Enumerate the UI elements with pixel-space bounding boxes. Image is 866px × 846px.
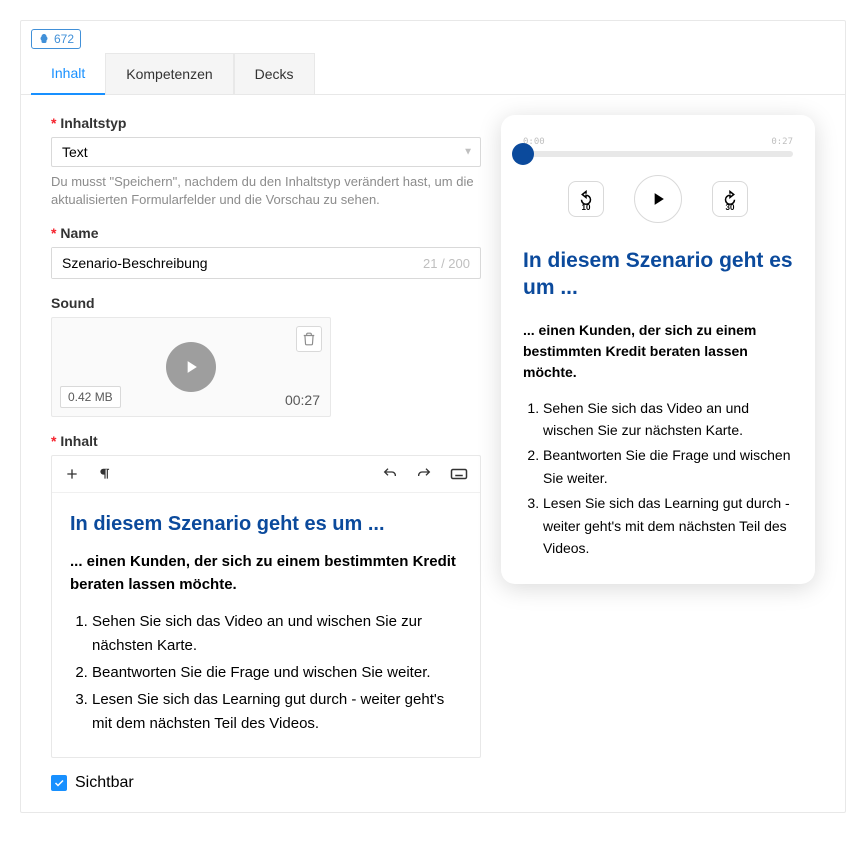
tabs: Inhalt Kompetenzen Decks — [21, 53, 845, 95]
badge-id: 672 — [54, 32, 74, 46]
player-controls: 10 30 — [523, 175, 793, 223]
visible-label: Sichtbar — [75, 774, 134, 792]
play-button[interactable] — [634, 175, 682, 223]
editor-container: 672 Inhalt Kompetenzen Decks Inhaltstyp … — [20, 20, 846, 813]
add-block-button[interactable] — [64, 466, 80, 482]
content-area: Inhaltstyp Text ▼ Du musst "Speichern", … — [21, 95, 845, 812]
sound-duration: 00:27 — [285, 392, 320, 408]
forward-button[interactable]: 30 — [712, 181, 748, 217]
plus-icon — [64, 466, 80, 482]
content-type-select[interactable]: Text — [51, 137, 481, 167]
tab-kompetenzen[interactable]: Kompetenzen — [105, 53, 233, 94]
paragraph-icon — [98, 467, 112, 481]
brain-badge: 672 — [31, 29, 81, 49]
sound-group: Sound 0.42 MB 00:27 — [51, 295, 481, 417]
content-lead: ... einen Kunden, der sich zu einem best… — [70, 551, 462, 596]
player-times: 0:00 0:27 — [523, 137, 793, 147]
list-item: Sehen Sie sich das Video an und wischen … — [92, 610, 462, 658]
list-item: Beantworten Sie die Frage und wischen Si… — [92, 661, 462, 685]
preview-list: Sehen Sie sich das Video an und wischen … — [523, 397, 793, 560]
trash-icon — [302, 332, 316, 346]
redo-button[interactable] — [416, 466, 432, 482]
sound-label: Sound — [51, 295, 481, 311]
check-icon — [53, 777, 65, 789]
rewind-button[interactable]: 10 — [568, 181, 604, 217]
visible-checkbox[interactable] — [51, 775, 67, 791]
name-input[interactable] — [52, 248, 423, 278]
tab-decks[interactable]: Decks — [234, 53, 315, 94]
paragraph-button[interactable] — [98, 466, 112, 482]
undo-icon — [382, 466, 398, 482]
list-item: Lesen Sie sich das Learning gut durch - … — [543, 492, 793, 559]
content-label: Inhalt — [51, 433, 481, 449]
preview-card: 0:00 0:27 10 3 — [501, 115, 815, 584]
delete-sound-button[interactable] — [296, 326, 322, 352]
play-sound-button[interactable] — [166, 342, 216, 392]
player-thumb[interactable] — [512, 143, 534, 165]
content-group: Inhalt — [51, 433, 481, 758]
form-column: Inhaltstyp Text ▼ Du musst "Speichern", … — [51, 115, 481, 792]
keyboard-button[interactable] — [450, 466, 468, 482]
content-type-label: Inhaltstyp — [51, 115, 481, 131]
preview-lead: ... einen Kunden, der sich zu einem best… — [523, 320, 793, 383]
play-icon — [648, 189, 668, 209]
keyboard-icon — [450, 467, 468, 481]
rich-editor: In diesem Szenario geht es um ... ... ei… — [51, 455, 481, 758]
sound-box: 0.42 MB 00:27 — [51, 317, 331, 417]
editor-content[interactable]: In diesem Szenario geht es um ... ... ei… — [52, 493, 480, 757]
name-label: Name — [51, 225, 481, 241]
sound-filesize: 0.42 MB — [60, 386, 121, 408]
undo-button[interactable] — [382, 466, 398, 482]
list-item: Sehen Sie sich das Video an und wischen … — [543, 397, 793, 442]
redo-icon — [416, 466, 432, 482]
char-count: 21 / 200 — [423, 256, 480, 271]
preview-heading: In diesem Szenario geht es um ... — [523, 247, 793, 302]
play-icon — [181, 357, 201, 377]
list-item: Beantworten Sie die Frage und wischen Si… — [543, 444, 793, 489]
tab-inhalt[interactable]: Inhalt — [31, 53, 105, 95]
time-total: 0:27 — [771, 137, 793, 147]
list-item: Lesen Sie sich das Learning gut durch - … — [92, 688, 462, 736]
name-group: Name 21 / 200 — [51, 225, 481, 279]
content-heading: In diesem Szenario geht es um ... — [70, 511, 462, 537]
brain-icon — [38, 33, 50, 45]
player-track[interactable] — [523, 151, 793, 157]
preview-column: 0:00 0:27 10 3 — [501, 115, 815, 792]
visible-row: Sichtbar — [51, 774, 481, 792]
content-type-help: Du musst "Speichern", nachdem du den Inh… — [51, 173, 481, 209]
editor-toolbar — [52, 456, 480, 493]
content-type-group: Inhaltstyp Text ▼ Du musst "Speichern", … — [51, 115, 481, 209]
content-list: Sehen Sie sich das Video an und wischen … — [70, 610, 462, 736]
